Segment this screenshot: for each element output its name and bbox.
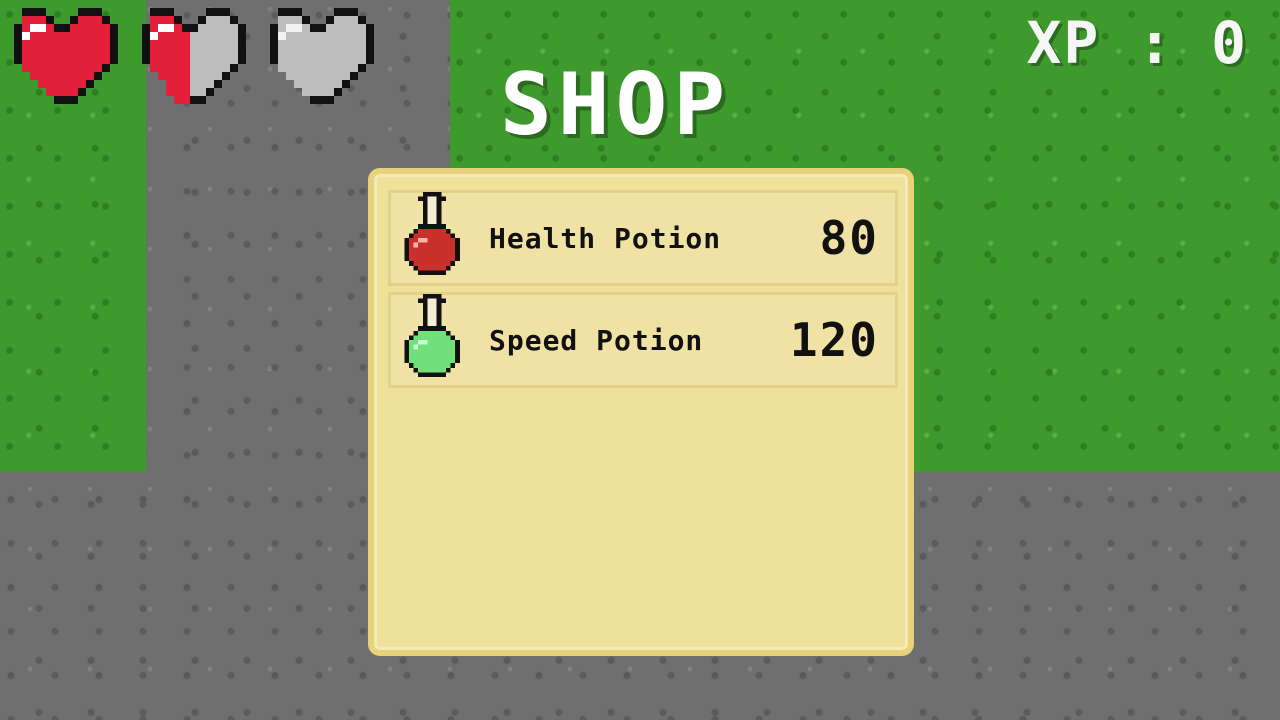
- item-price: 80: [819, 211, 879, 265]
- heart-half-icon: [134, 6, 246, 106]
- health-hearts: [6, 6, 374, 106]
- green-potion-icon: [391, 291, 473, 389]
- heart-empty-icon: [262, 6, 374, 106]
- heart-full-icon: [6, 6, 118, 106]
- shop-panel: Health Potion 80 Speed Potion 120: [368, 168, 914, 656]
- shop-title: SHOP: [500, 55, 732, 155]
- item-name: Speed Potion: [489, 323, 704, 357]
- game-scene: XP : 0 SHOP Health Potion 80 Speed Potio…: [0, 0, 1280, 720]
- item-name: Health Potion: [489, 221, 722, 255]
- shop-item-health-potion[interactable]: Health Potion 80: [388, 190, 898, 286]
- item-price: 120: [789, 313, 879, 367]
- xp-counter: XP : 0: [1026, 9, 1248, 77]
- shop-item-list: Health Potion 80 Speed Potion 120: [388, 190, 898, 388]
- shop-item-speed-potion[interactable]: Speed Potion 120: [388, 292, 898, 388]
- red-potion-icon: [391, 189, 473, 287]
